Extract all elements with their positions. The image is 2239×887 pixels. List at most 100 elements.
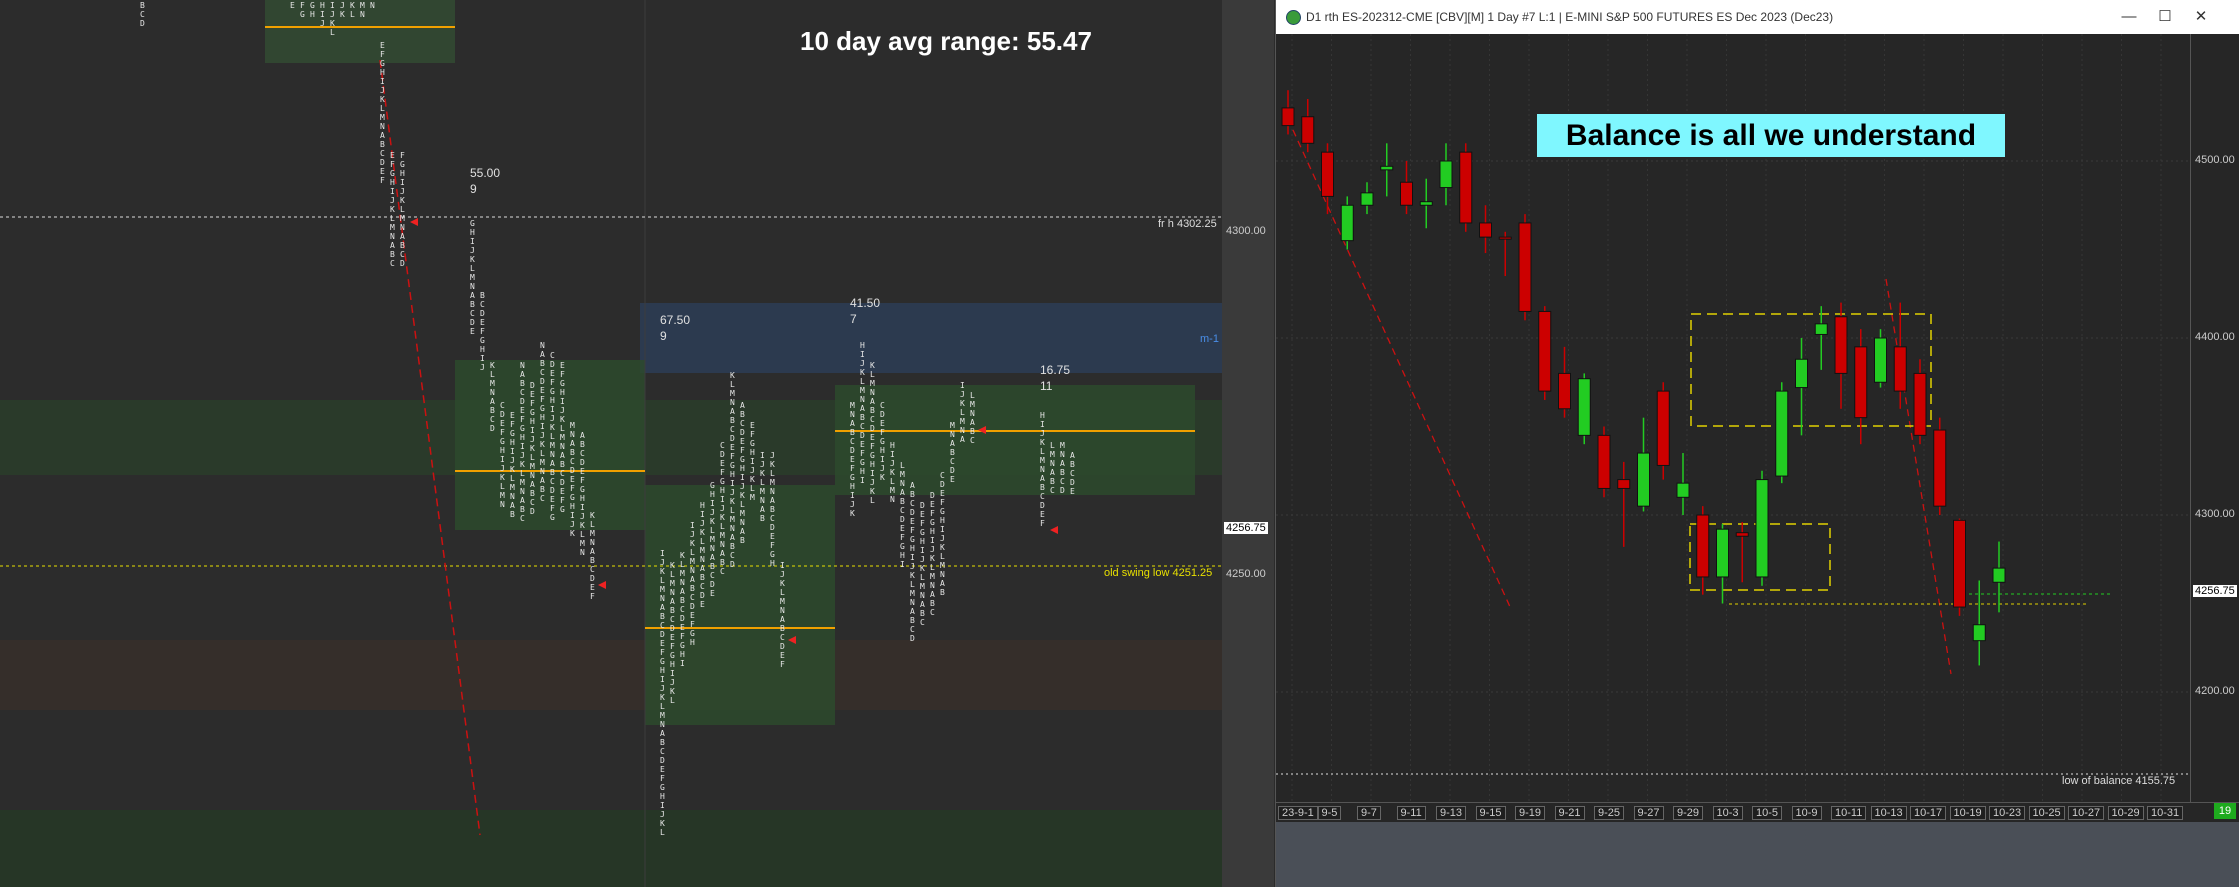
svg-text:A: A <box>970 418 975 427</box>
close-button[interactable]: ✕ <box>2186 6 2216 28</box>
svg-text:H: H <box>720 486 725 495</box>
svg-text:N: N <box>700 555 705 564</box>
svg-text:N: N <box>540 341 545 350</box>
svg-text:D: D <box>850 446 855 455</box>
svg-text:D: D <box>910 508 915 517</box>
svg-text:N: N <box>860 395 865 404</box>
svg-text:E: E <box>680 623 685 632</box>
svg-text:G: G <box>770 550 775 559</box>
svg-text:M: M <box>380 113 385 122</box>
window-titlebar[interactable]: D1 rth ES-202312-CME [CBV][M] 1 Day #7 L… <box>1276 0 2239 35</box>
svg-text:N: N <box>780 606 785 615</box>
svg-text:H: H <box>850 482 855 491</box>
daily-chart-window[interactable]: D1 rth ES-202312-CME [CBV][M] 1 Day #7 L… <box>1275 0 2239 887</box>
date-label: 9-5 <box>1317 806 1342 820</box>
svg-text:B: B <box>560 460 565 469</box>
svg-text:C: C <box>570 457 575 466</box>
svg-text:D: D <box>1060 486 1065 495</box>
svg-text:K: K <box>380 95 385 104</box>
svg-text:H: H <box>750 448 755 457</box>
svg-text:H: H <box>400 169 405 178</box>
svg-text:F: F <box>680 632 685 641</box>
svg-text:G: G <box>390 169 395 178</box>
svg-text:J: J <box>520 451 525 460</box>
svg-text:N: N <box>710 544 715 553</box>
svg-text:M: M <box>760 487 765 496</box>
svg-text:D: D <box>1040 501 1045 510</box>
svg-text:I: I <box>740 473 745 482</box>
svg-text:C: C <box>1050 486 1055 495</box>
svg-text:J: J <box>940 534 945 543</box>
svg-text:F: F <box>750 430 755 439</box>
svg-text:K: K <box>350 1 355 10</box>
svg-text:D: D <box>880 410 885 419</box>
svg-text:B: B <box>690 584 695 593</box>
svg-text:E: E <box>380 41 385 50</box>
svg-text:F: F <box>860 449 865 458</box>
svg-text:A: A <box>380 131 385 140</box>
svg-text:B: B <box>1040 483 1045 492</box>
minimize-button[interactable]: — <box>2114 6 2144 28</box>
svg-text:C: C <box>690 593 695 602</box>
svg-text:H: H <box>700 501 705 510</box>
svg-text:N: N <box>560 442 565 451</box>
svg-text:I: I <box>660 675 665 684</box>
svg-text:N: N <box>740 518 745 527</box>
svg-text:E: E <box>750 421 755 430</box>
svg-text:B: B <box>530 489 535 498</box>
svg-text:L: L <box>870 370 875 379</box>
svg-text:J: J <box>880 464 885 473</box>
svg-text:M: M <box>720 531 725 540</box>
svg-text:E: E <box>570 475 575 484</box>
date-label: 9-21 <box>1554 806 1585 820</box>
svg-text:L: L <box>380 104 385 113</box>
svg-text:B: B <box>540 485 545 494</box>
svg-text:M: M <box>1040 456 1045 465</box>
svg-text:J: J <box>770 451 775 460</box>
svg-text:F: F <box>1040 519 1045 528</box>
svg-text:C: C <box>400 250 405 259</box>
svg-text:A: A <box>590 547 595 556</box>
svg-text:I: I <box>560 397 565 406</box>
svg-text:A: A <box>780 615 785 624</box>
svg-text:G: G <box>470 219 475 228</box>
candle-body <box>1419 201 1433 206</box>
svg-text:L: L <box>720 522 725 531</box>
svg-text:B: B <box>740 536 745 545</box>
svg-text:C: C <box>940 471 945 480</box>
svg-text:N: N <box>470 282 475 291</box>
svg-text:N: N <box>950 430 955 439</box>
date-label: 10-13 <box>1870 806 1907 820</box>
svg-text:N: N <box>720 540 725 549</box>
svg-text:L: L <box>700 537 705 546</box>
svg-text:L: L <box>560 424 565 433</box>
svg-text:C: C <box>870 415 875 424</box>
maximize-button[interactable]: ☐ <box>2150 6 2180 28</box>
svg-text:K: K <box>730 497 735 506</box>
svg-text:K: K <box>400 196 405 205</box>
svg-text:A: A <box>960 435 965 444</box>
svg-text:A: A <box>930 590 935 599</box>
svg-text:N: N <box>520 361 525 370</box>
date-label: 9-7 <box>1357 806 1381 820</box>
svg-text:E: E <box>560 487 565 496</box>
svg-text:H: H <box>470 228 475 237</box>
svg-text:C: C <box>560 469 565 478</box>
date-label: 9-15 <box>1475 806 1506 820</box>
candle-body <box>1735 532 1749 537</box>
svg-text:B: B <box>900 497 905 506</box>
svg-text:N: N <box>1040 465 1045 474</box>
svg-text:E: E <box>730 443 735 452</box>
candlestick-chart-area[interactable]: Balance is all we understand low of bala… <box>1276 34 2190 802</box>
svg-text:I: I <box>760 451 765 460</box>
svg-text:D: D <box>910 634 915 643</box>
svg-text:G: G <box>400 160 405 169</box>
svg-text:H: H <box>660 792 665 801</box>
svg-text:B: B <box>860 413 865 422</box>
svg-text:A: A <box>560 451 565 460</box>
svg-text:K: K <box>960 399 965 408</box>
candle-body <box>1953 519 1966 608</box>
market-profile-chart[interactable]: BCDEFGGHHIJIJKLJKKLMNNEFGHIJKLMNABCDEFEF… <box>0 0 1222 887</box>
svg-text:J: J <box>510 456 515 465</box>
svg-text:I: I <box>880 455 885 464</box>
